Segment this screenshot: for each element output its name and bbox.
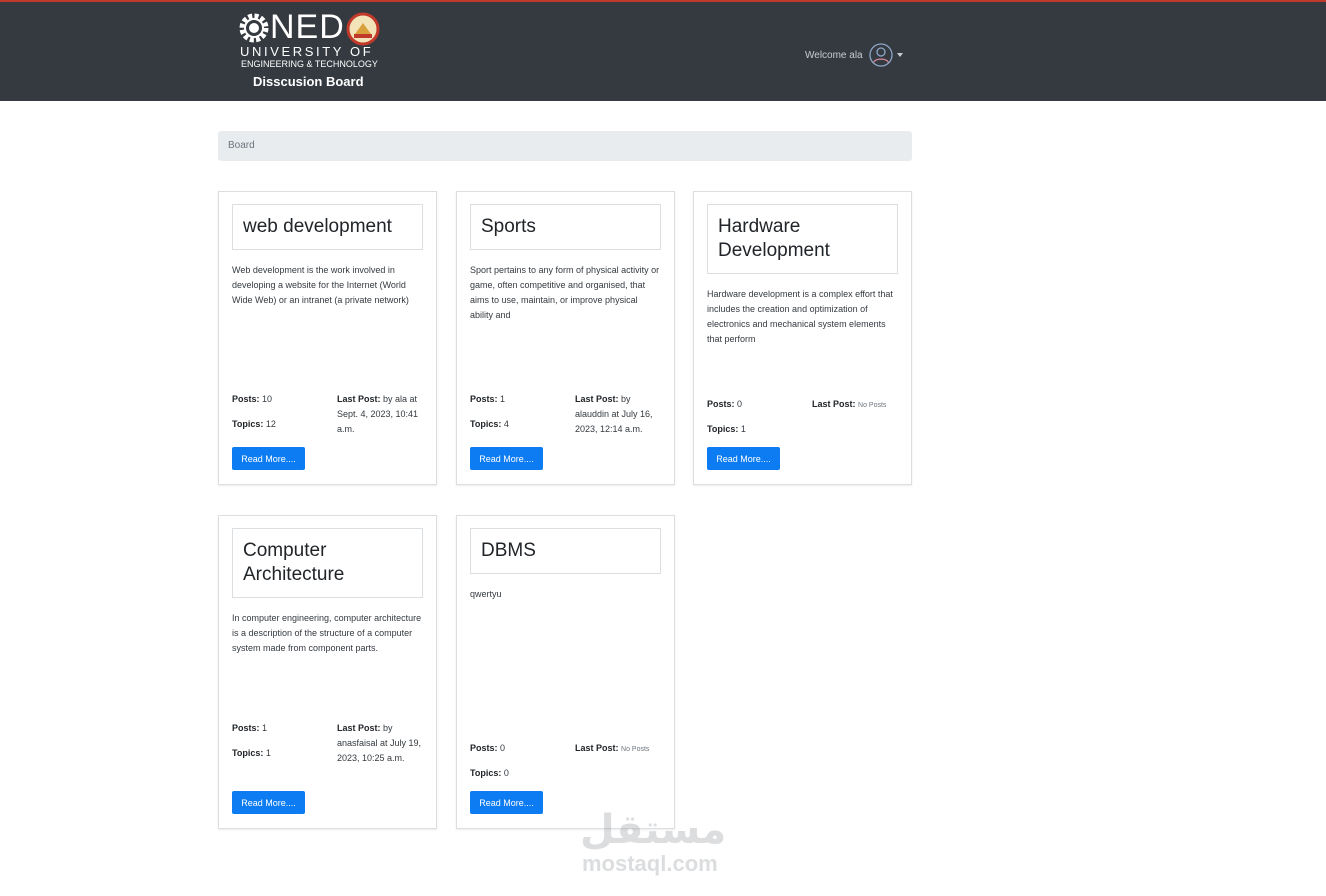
user-avatar-icon[interactable] (868, 43, 893, 67)
watermark-arabic: مستقل (580, 807, 727, 853)
board-title[interactable]: Computer Architecture (243, 540, 344, 585)
board-description: Sport pertains to any form of physical a… (470, 265, 660, 320)
last-post-label: Last Post: (812, 399, 856, 409)
board-card-computer-architecture: Computer Architecture In computer engine… (218, 515, 437, 829)
topics-label: Topics: (232, 748, 264, 758)
read-more-button[interactable]: Read More.... (707, 447, 780, 470)
brand-subtitle[interactable]: Disscusion Board (253, 74, 364, 89)
board-card-web-development: web development Web development is the w… (218, 191, 437, 485)
topics-stat: Topics: 1 (707, 422, 746, 437)
breadcrumb-item-board[interactable]: Board (228, 140, 255, 151)
top-navbar: NED UNIVERSITY OF ENGINEERING & TECHNOLO… (0, 0, 1326, 101)
board-title-box: Computer Architecture (232, 528, 423, 598)
topics-count: 12 (265, 419, 276, 429)
posts-label: Posts: (707, 399, 735, 409)
board-title-box: Hardware Development (707, 204, 898, 274)
breadcrumb: Board (218, 131, 912, 161)
topics-stat: Topics: 0 (470, 766, 509, 781)
posts-stat: Posts: 1 (470, 392, 505, 407)
last-post-stat: Last Post: No Posts (812, 397, 907, 413)
posts-count: 10 (262, 394, 273, 404)
posts-label: Posts: (470, 743, 498, 753)
university-seal-icon (346, 12, 380, 46)
chevron-down-icon[interactable] (896, 53, 903, 57)
board-title[interactable]: Hardware Development (718, 216, 830, 261)
topics-count: 1 (265, 748, 271, 758)
board-card-dbms: DBMS qwertyu Posts: 0 Topics: 0 Last Pos… (456, 515, 675, 829)
user-menu[interactable]: Welcome ala (805, 42, 903, 68)
last-post-stat: Last Post: by anasfaisal at July 19, 202… (337, 721, 425, 766)
topics-count: 1 (740, 424, 746, 434)
read-more-button[interactable]: Read More.... (470, 791, 543, 814)
posts-stat: Posts: 0 (470, 741, 505, 756)
topics-count: 0 (503, 768, 509, 778)
last-post-stat: Last Post: by alauddin at July 16, 2023,… (575, 392, 667, 437)
mostaql-watermark: مستقل mostaql.com (580, 808, 745, 880)
read-more-button[interactable]: Read More.... (232, 791, 305, 814)
read-more-button[interactable]: Read More.... (470, 447, 543, 470)
posts-label: Posts: (470, 394, 498, 404)
board-description: qwertyu (470, 589, 502, 599)
board-title[interactable]: web development (243, 216, 392, 237)
topics-count: 4 (503, 419, 509, 429)
board-title-box: DBMS (470, 528, 661, 574)
board-title-box: Sports (470, 204, 661, 250)
ned-university-logo[interactable]: NED UNIVERSITY OF ENGINEERING & TECHNOLO… (238, 8, 388, 72)
last-post-stat: Last Post: by ala at Sept. 4, 2023, 10:4… (337, 392, 429, 437)
posts-count: 1 (262, 723, 268, 733)
board-title[interactable]: DBMS (481, 540, 536, 561)
gear-icon (239, 13, 269, 43)
watermark-latin: mostaql.com (582, 851, 718, 876)
topics-label: Topics: (707, 424, 739, 434)
posts-stat: Posts: 1 (232, 721, 267, 736)
posts-count: 0 (737, 399, 743, 409)
last-post-label: Last Post: (337, 394, 381, 404)
posts-count: 0 (500, 743, 506, 753)
board-description: In computer engineering, computer archit… (232, 613, 422, 653)
last-post-value: No Posts (621, 746, 650, 753)
logo-word: NED (270, 8, 345, 46)
last-post-stat: Last Post: No Posts (575, 741, 670, 757)
topics-stat: Topics: 4 (470, 417, 509, 432)
board-description: Web development is the work involved in … (232, 265, 409, 305)
last-post-label: Last Post: (575, 394, 619, 404)
topics-stat: Topics: 12 (232, 417, 276, 432)
topics-stat: Topics: 1 (232, 746, 271, 761)
posts-stat: Posts: 10 (232, 392, 272, 407)
topics-label: Topics: (470, 768, 502, 778)
board-title[interactable]: Sports (481, 216, 536, 237)
logo-university-text: UNIVERSITY OF (240, 44, 374, 59)
board-description: Hardware development is a complex effort… (707, 289, 893, 344)
board-card-hardware-development: Hardware Development Hardware developmen… (693, 191, 912, 485)
logo-engineering-text: ENGINEERING & TECHNOLOGY (241, 59, 378, 69)
posts-label: Posts: (232, 394, 260, 404)
posts-count: 1 (500, 394, 506, 404)
last-post-label: Last Post: (575, 743, 619, 753)
posts-stat: Posts: 0 (707, 397, 742, 412)
welcome-text: Welcome ala (805, 49, 863, 61)
board-title-box: web development (232, 204, 423, 250)
read-more-button[interactable]: Read More.... (232, 447, 305, 470)
topics-label: Topics: (470, 419, 502, 429)
last-post-value: No Posts (858, 402, 887, 409)
topics-label: Topics: (232, 419, 264, 429)
posts-label: Posts: (232, 723, 260, 733)
board-card-sports: Sports Sport pertains to any form of phy… (456, 191, 675, 485)
last-post-label: Last Post: (337, 723, 381, 733)
